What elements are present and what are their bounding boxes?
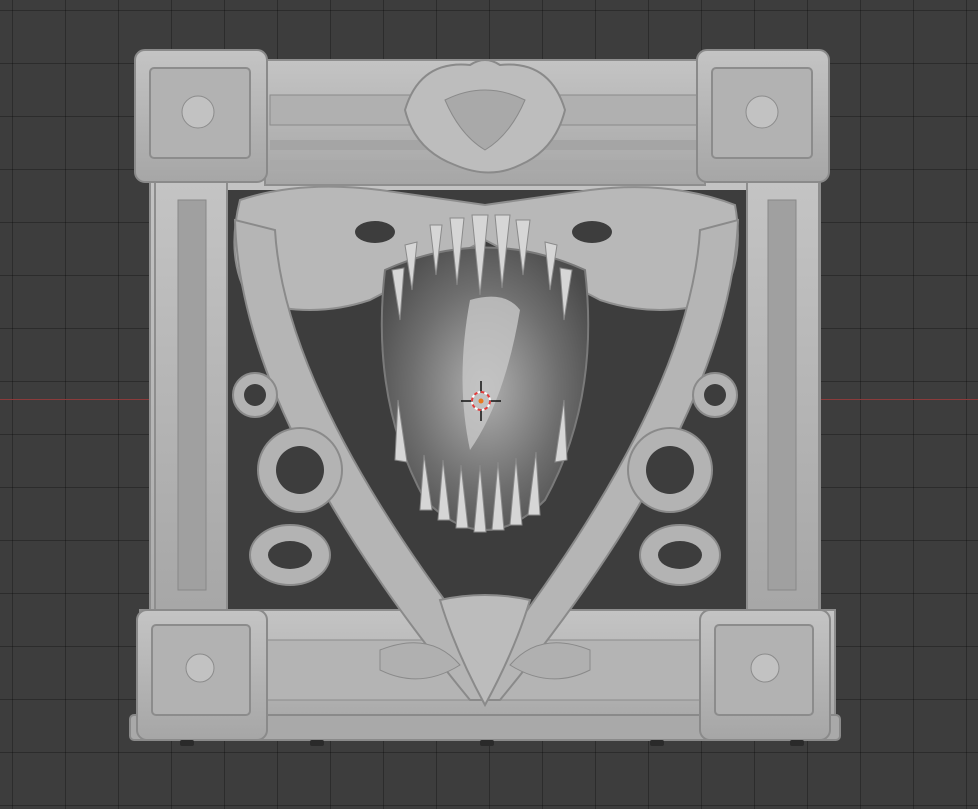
3d-viewport[interactable]: [0, 0, 978, 809]
3d-cursor-icon[interactable]: [461, 381, 501, 421]
